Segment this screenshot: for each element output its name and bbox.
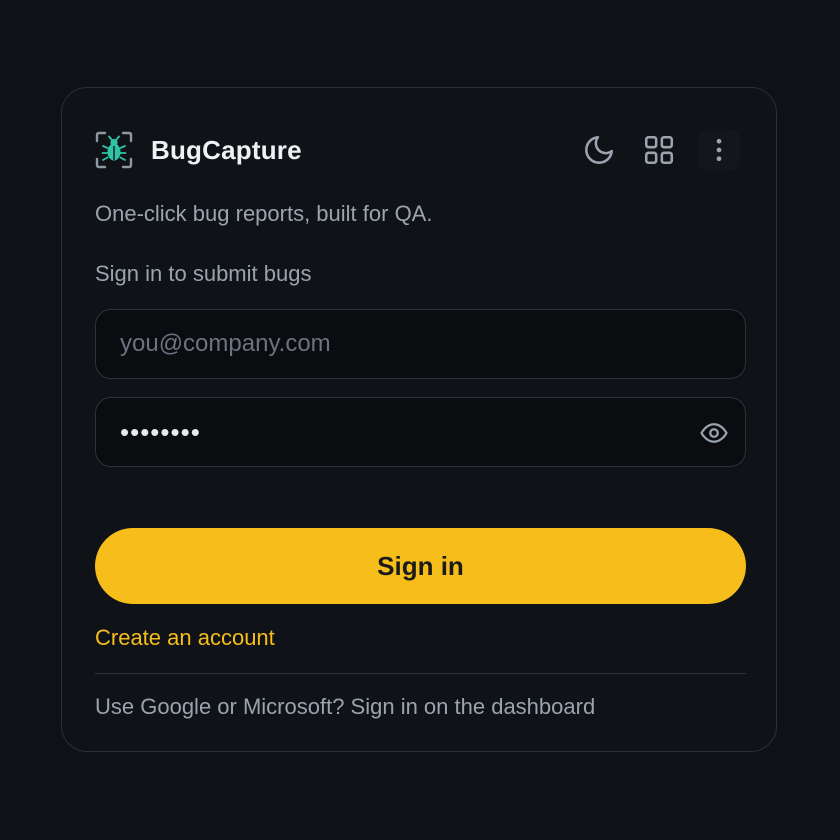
sign-in-button[interactable]: Sign in (95, 528, 746, 604)
password-field (95, 397, 746, 467)
password-input[interactable] (96, 398, 745, 466)
more-menu-button[interactable] (698, 129, 740, 171)
more-vertical-icon (716, 138, 722, 162)
apps-grid-button[interactable] (638, 129, 680, 171)
grid-icon (644, 135, 674, 165)
bug-icon (95, 131, 133, 169)
form-heading: Sign in to submit bugs (95, 261, 312, 286)
sso-hint: Use Google or Microsoft? Sign in on the … (95, 694, 596, 719)
theme-toggle-button[interactable] (578, 129, 620, 171)
divider (95, 673, 746, 674)
eye-icon[interactable] (699, 418, 729, 448)
app-name: BugCapture (151, 135, 302, 165)
tagline: One-click bug reports, built for QA. (95, 201, 433, 226)
header: BugCapture (95, 129, 743, 171)
login-card: BugCapture One-click bug reports, built … (61, 87, 777, 752)
moon-icon (585, 135, 614, 164)
create-account-link[interactable]: Create an account (95, 625, 275, 651)
email-field (95, 309, 746, 379)
email-input[interactable] (96, 310, 745, 378)
